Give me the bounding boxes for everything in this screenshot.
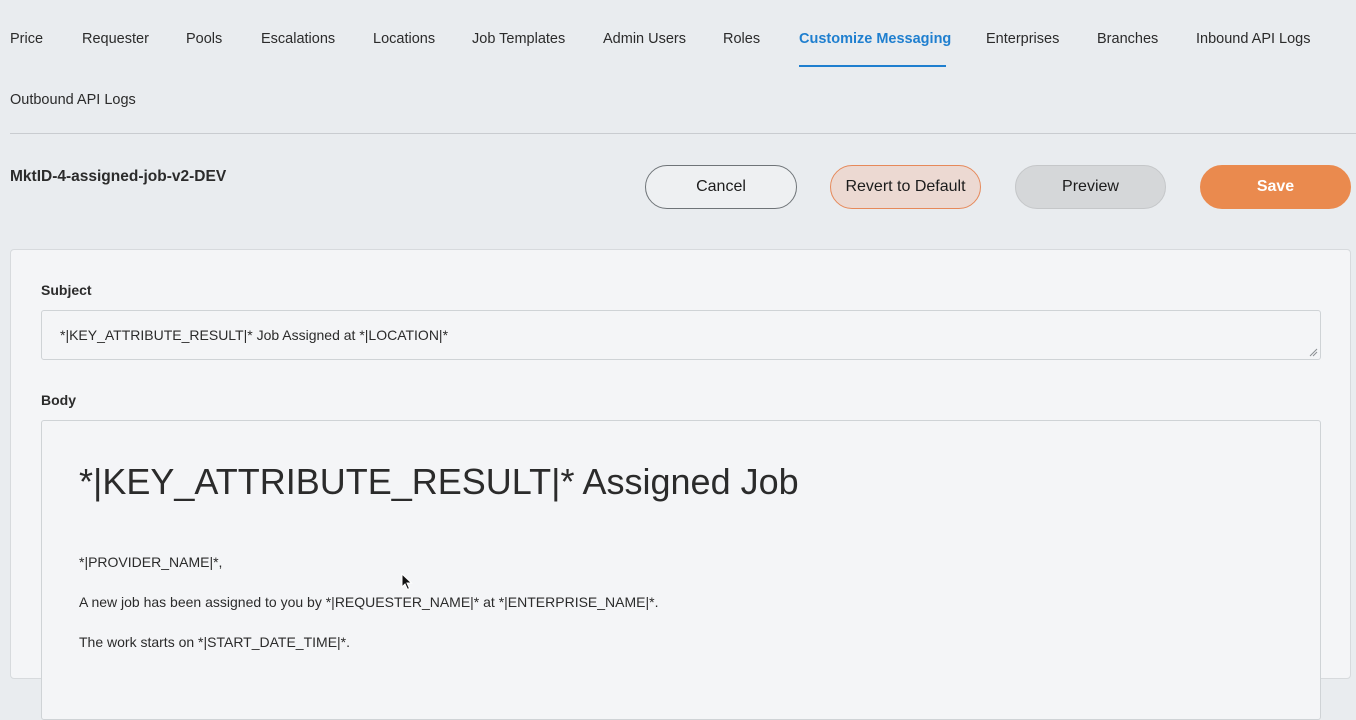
tab-roles[interactable]: Roles bbox=[723, 31, 760, 47]
subject-value: *|KEY_ATTRIBUTE_RESULT|* Job Assigned at… bbox=[60, 327, 449, 343]
message-editor-card: Subject *|KEY_ATTRIBUTE_RESULT|* Job Ass… bbox=[10, 249, 1351, 720]
subject-field[interactable]: *|KEY_ATTRIBUTE_RESULT|* Job Assigned at… bbox=[41, 310, 1321, 360]
body-paragraph: A new job has been assigned to you by *|… bbox=[79, 594, 659, 610]
tab-job-templates[interactable]: Job Templates bbox=[472, 31, 565, 47]
body-paragraph: The work starts on *|START_DATE_TIME|*. bbox=[79, 634, 351, 650]
tab-pools[interactable]: Pools bbox=[186, 31, 222, 47]
tab-inbound-api-logs[interactable]: Inbound API Logs bbox=[1196, 31, 1311, 47]
body-heading: *|KEY_ATTRIBUTE_RESULT|* Assigned Job bbox=[79, 461, 799, 502]
subject-label: Subject bbox=[41, 282, 92, 298]
preview-button[interactable]: Preview bbox=[1015, 165, 1166, 209]
tab-outbound-api-logs[interactable]: Outbound API Logs bbox=[10, 92, 136, 108]
tab-price[interactable]: Price bbox=[10, 31, 43, 47]
revert-to-default-button[interactable]: Revert to Default bbox=[830, 165, 981, 209]
tab-customize-messaging[interactable]: Customize Messaging bbox=[799, 31, 951, 47]
body-editor[interactable]: *|KEY_ATTRIBUTE_RESULT|* Assigned Job *|… bbox=[41, 420, 1321, 720]
tab-branches[interactable]: Branches bbox=[1097, 31, 1158, 47]
tab-enterprises[interactable]: Enterprises bbox=[986, 31, 1059, 47]
body-label: Body bbox=[41, 392, 76, 408]
tab-requester[interactable]: Requester bbox=[82, 31, 149, 47]
body-greeting: *|PROVIDER_NAME|*, bbox=[79, 554, 223, 570]
tab-admin-users[interactable]: Admin Users bbox=[603, 31, 686, 47]
resize-handle-icon[interactable] bbox=[1308, 347, 1318, 357]
save-button[interactable]: Save bbox=[1200, 165, 1351, 209]
active-tab-indicator bbox=[799, 65, 946, 67]
page-title: MktID-4-assigned-job-v2-DEV bbox=[10, 168, 227, 185]
tab-locations[interactable]: Locations bbox=[373, 31, 435, 47]
top-navigation: Price Requester Pools Escalations Locati… bbox=[10, 0, 1356, 134]
cancel-button[interactable]: Cancel bbox=[645, 165, 797, 209]
mouse-cursor-icon bbox=[401, 573, 413, 591]
tab-escalations[interactable]: Escalations bbox=[261, 31, 335, 47]
